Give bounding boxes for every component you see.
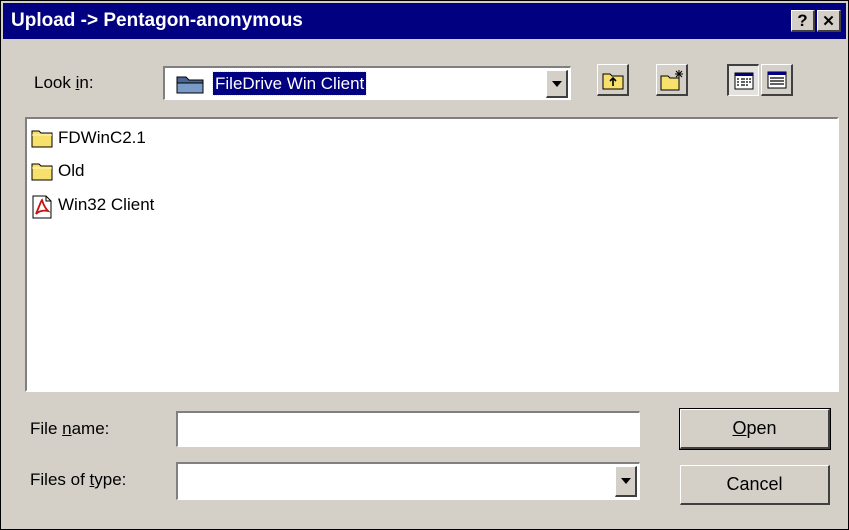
folder-icon — [31, 161, 53, 181]
close-icon: ✕ — [822, 12, 835, 30]
list-view-icon — [734, 72, 753, 89]
details-view-button[interactable] — [761, 64, 793, 96]
file-name-label: Win32 Client — [58, 195, 155, 214]
files-of-type-label: Files of type: — [30, 470, 127, 489]
chevron-down-icon — [620, 478, 631, 484]
pdf-file-icon — [31, 195, 53, 219]
help-button[interactable]: ? — [791, 10, 815, 32]
list-item-fdwinc[interactable]: FDWinC2.1 — [31, 125, 146, 151]
look-in-value: FileDrive Win Client — [211, 71, 368, 96]
file-name-label: FDWinC2.1 — [58, 128, 146, 147]
new-folder-icon — [660, 69, 683, 90]
files-of-type-dropdown-button[interactable] — [615, 466, 637, 497]
folder-open-icon — [175, 73, 207, 95]
folder-icon — [31, 128, 53, 148]
file-list[interactable]: FDWinC2.1 Old Win32 Client — [25, 117, 839, 392]
window-title: Upload -> Pentagon-anonymous — [11, 10, 303, 31]
files-of-type-combo[interactable] — [176, 462, 640, 500]
upload-dialog: Upload -> Pentagon-anonymous ? ✕ Look in… — [0, 0, 849, 530]
open-button[interactable]: Open — [679, 408, 831, 450]
title-bar[interactable]: Upload -> Pentagon-anonymous ? ✕ — [3, 3, 846, 39]
file-name-label: Old — [58, 161, 85, 180]
look-in-combo[interactable]: FileDrive Win Client — [163, 66, 571, 100]
list-item-old[interactable]: Old — [31, 158, 84, 184]
close-button[interactable]: ✕ — [817, 10, 841, 32]
chevron-down-icon — [551, 80, 562, 87]
details-view-icon — [767, 71, 786, 88]
up-one-level-button[interactable] — [597, 64, 629, 96]
list-view-button[interactable] — [727, 64, 759, 96]
look-in-dropdown-button[interactable] — [546, 70, 568, 98]
folder-up-icon — [602, 73, 623, 89]
file-name-field-label: File name: — [30, 419, 110, 438]
file-name-input[interactable] — [176, 411, 640, 447]
create-new-folder-button[interactable] — [656, 64, 688, 96]
look-in-label: Look in: — [34, 73, 94, 92]
list-item-win32-client[interactable]: Win32 Client — [31, 192, 155, 219]
cancel-button[interactable]: Cancel — [680, 465, 830, 505]
help-icon: ? — [797, 10, 808, 30]
